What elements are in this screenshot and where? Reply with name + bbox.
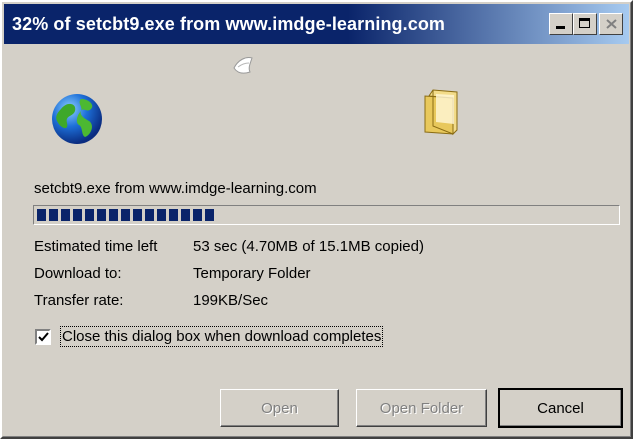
open-button: Open: [220, 389, 339, 427]
progress-bar-fill: [37, 209, 214, 221]
download-source: setcbt9.exe from www.imdge-learning.com: [34, 180, 317, 197]
close-button: [599, 13, 623, 35]
download-to-value: Temporary Folder: [193, 265, 311, 282]
folder-icon: [424, 89, 458, 136]
open-button-label: Open: [261, 399, 298, 417]
maximize-button: [573, 13, 597, 35]
transfer-rate-value: 199KB/Sec: [193, 292, 269, 309]
time-left-label: Estimated time left: [34, 238, 158, 255]
close-when-complete-label[interactable]: Close this dialog box when download comp…: [60, 326, 384, 347]
download-animation: [2, 46, 635, 156]
window-title: 32% of setcbt9.exe from www.imdge-learni…: [12, 13, 446, 34]
open-folder-button: Open Folder: [356, 389, 487, 427]
checkmark-icon: [38, 331, 49, 341]
time-left-value: 53 sec (4.70MB of 15.1MB copied): [193, 238, 424, 255]
progress-bar: [33, 205, 620, 225]
close-icon: [606, 19, 617, 29]
download-dialog: 32% of setcbt9.exe from www.imdge-learni…: [0, 0, 633, 439]
transfer-rate-label: Transfer rate:: [34, 292, 124, 309]
flying-document-icon: [233, 57, 253, 74]
cancel-button-label: Cancel: [537, 399, 584, 417]
cancel-button[interactable]: Cancel: [498, 388, 623, 428]
title-bar-controls: [549, 13, 623, 35]
title-bar[interactable]: 32% of setcbt9.exe from www.imdge-learni…: [4, 4, 629, 44]
globe-icon: [52, 94, 102, 144]
open-folder-button-label: Open Folder: [379, 399, 464, 417]
download-to-label: Download to:: [34, 265, 122, 282]
close-when-complete-checkbox[interactable]: [35, 328, 51, 345]
close-when-complete-option[interactable]: Close this dialog box when download comp…: [35, 326, 384, 347]
minimize-button[interactable]: [549, 13, 573, 35]
